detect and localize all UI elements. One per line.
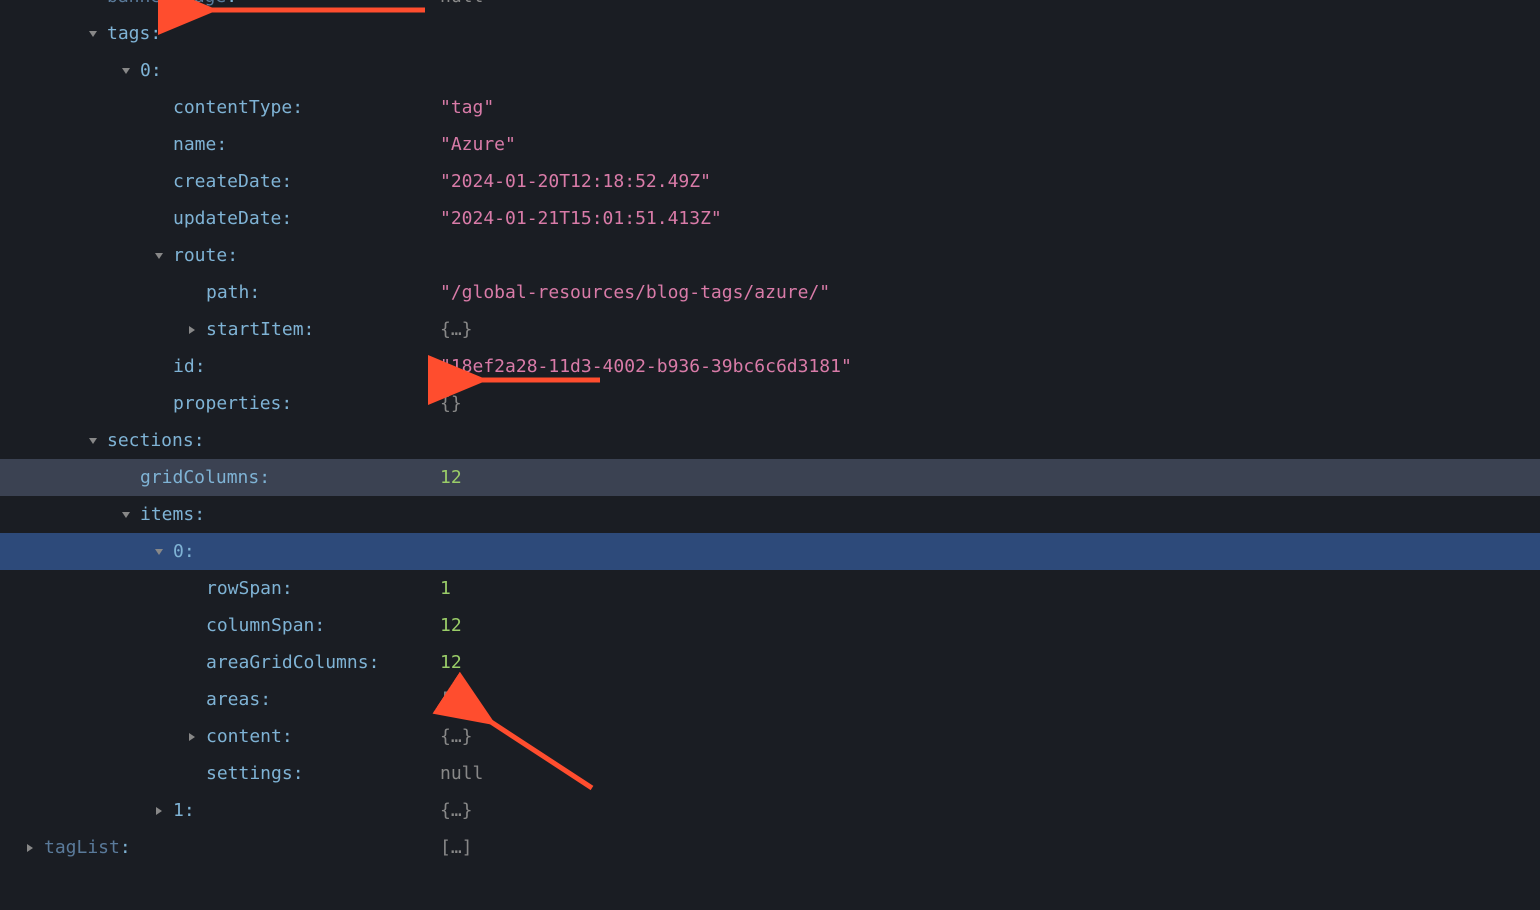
tree-row[interactable]: rowSpan:1 — [0, 570, 1540, 607]
property-value: "18ef2a28-11d3-4002-b936-39bc6c6d3181" — [440, 356, 852, 377]
chevron-right-icon[interactable] — [184, 325, 200, 335]
property-key: 0 — [173, 533, 184, 570]
property-key: items — [140, 496, 194, 533]
property-value: 12 — [440, 615, 462, 636]
chevron-down-icon[interactable] — [85, 436, 101, 446]
tree-row[interactable]: settings:null — [0, 755, 1540, 792]
property-key: startItem — [206, 311, 304, 348]
tree-row[interactable]: tagList:[…] — [0, 829, 1540, 866]
tree-row[interactable]: gridColumns:12 — [0, 459, 1540, 496]
property-value: 12 — [440, 467, 462, 488]
property-value: 1 — [440, 578, 451, 599]
tree-row[interactable]: route: — [0, 237, 1540, 274]
property-key: areas — [206, 681, 260, 718]
property-key: contentType — [173, 89, 292, 126]
tree-row[interactable]: 0: — [0, 52, 1540, 89]
property-key: 0 — [140, 52, 151, 89]
tree-row[interactable]: path:"/global-resources/blog-tags/azure/… — [0, 274, 1540, 311]
tree-row[interactable]: startItem:{…} — [0, 311, 1540, 348]
tree-row[interactable]: 0: — [0, 533, 1540, 570]
property-key: createDate — [173, 163, 281, 200]
property-key: route — [173, 237, 227, 274]
tree-row[interactable]: properties:{} — [0, 385, 1540, 422]
property-key: settings — [206, 755, 293, 792]
tree-row[interactable]: contentType:"tag" — [0, 89, 1540, 126]
property-value: "2024-01-20T12:18:52.49Z" — [440, 171, 711, 192]
property-key: 1 — [173, 792, 184, 829]
tree-row[interactable]: areas:[] — [0, 681, 1540, 718]
property-value: "2024-01-21T15:01:51.413Z" — [440, 208, 722, 229]
tree-row[interactable]: columnSpan:12 — [0, 607, 1540, 644]
tree-row[interactable]: bannerImage:null — [0, 0, 1540, 15]
chevron-down-icon[interactable] — [151, 547, 167, 557]
property-value: [] — [440, 689, 462, 710]
tree-row[interactable]: sections: — [0, 422, 1540, 459]
property-key: updateDate — [173, 200, 281, 237]
tree-row[interactable]: updateDate:"2024-01-21T15:01:51.413Z" — [0, 200, 1540, 237]
tree-row[interactable]: tags: — [0, 15, 1540, 52]
chevron-down-icon[interactable] — [118, 66, 134, 76]
property-key: content — [206, 718, 282, 755]
property-key: tagList — [44, 829, 120, 866]
tree-row[interactable]: content:{…} — [0, 718, 1540, 755]
property-key: columnSpan — [206, 607, 314, 644]
chevron-down-icon[interactable] — [85, 29, 101, 39]
chevron-right-icon[interactable] — [184, 732, 200, 742]
tree-row[interactable]: items: — [0, 496, 1540, 533]
property-value: {…} — [440, 319, 473, 340]
property-key: tags — [107, 15, 150, 52]
tree-row[interactable]: name:"Azure" — [0, 126, 1540, 163]
property-value: "/global-resources/blog-tags/azure/" — [440, 282, 830, 303]
property-value: {…} — [440, 800, 473, 821]
property-key: path — [206, 274, 249, 311]
property-key: gridColumns — [140, 459, 259, 496]
tree-row[interactable]: 1:{…} — [0, 792, 1540, 829]
chevron-right-icon[interactable] — [22, 843, 38, 853]
tree-row[interactable]: id:"18ef2a28-11d3-4002-b936-39bc6c6d3181… — [0, 348, 1540, 385]
tree-row[interactable]: createDate:"2024-01-20T12:18:52.49Z" — [0, 163, 1540, 200]
chevron-down-icon[interactable] — [118, 510, 134, 520]
property-key: rowSpan — [206, 570, 282, 607]
property-value: 12 — [440, 652, 462, 673]
property-value: {…} — [440, 726, 473, 747]
property-key: id — [173, 348, 195, 385]
property-value: null — [440, 0, 483, 7]
property-value: "tag" — [440, 97, 494, 118]
property-key: name — [173, 126, 216, 163]
property-key: properties — [173, 385, 281, 422]
property-key: areaGridColumns — [206, 644, 369, 681]
json-tree: bannerImage:nulltags:0:contentType:"tag"… — [0, 0, 1540, 866]
chevron-right-icon[interactable] — [151, 806, 167, 816]
property-value: "Azure" — [440, 134, 516, 155]
property-value: {} — [440, 393, 462, 414]
chevron-down-icon[interactable] — [151, 251, 167, 261]
property-value: […] — [440, 837, 473, 858]
property-key: bannerImage — [107, 0, 226, 15]
tree-row[interactable]: areaGridColumns:12 — [0, 644, 1540, 681]
property-key: sections — [107, 422, 194, 459]
property-value: null — [440, 763, 483, 784]
